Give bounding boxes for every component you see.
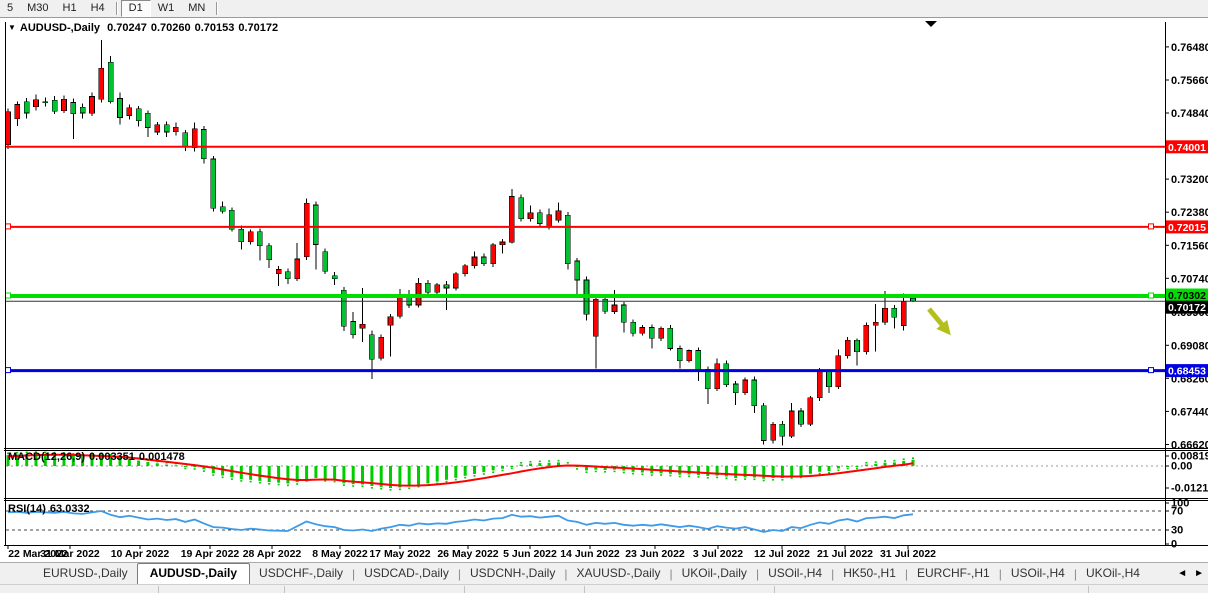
svg-text:70: 70 bbox=[1171, 506, 1183, 518]
chart-canvas[interactable]: 0.76480 0.75660 0.74840 0.73200 0.72380 0.715… bbox=[0, 18, 1208, 563]
tab-eurchf-h1[interactable]: EURCHF-,H1 bbox=[908, 564, 999, 583]
tab-usdcnh-daily[interactable]: USDCNH-,Daily bbox=[461, 564, 564, 583]
chart-symbol-label: AUDUSD-,Daily bbox=[20, 22, 100, 34]
timeframe-button-h4[interactable]: H4 bbox=[84, 1, 112, 16]
timeframe-button-h1[interactable]: H1 bbox=[56, 1, 84, 16]
status-bar bbox=[0, 584, 1208, 593]
svg-text:5 Jun 2022: 5 Jun 2022 bbox=[503, 548, 557, 560]
chart-title: ▼ AUDUSD-,Daily 0.70247 0.70260 0.701530.70… bbox=[8, 22, 282, 34]
svg-text:0.74840: 0.74840 bbox=[1171, 108, 1208, 120]
timeframe-toolbar: 5M30H1H4 D1W1MN bbox=[0, 0, 1208, 18]
svg-text:0.73200: 0.73200 bbox=[1171, 174, 1208, 186]
timeframe-button-w1[interactable]: W1 bbox=[151, 1, 182, 16]
svg-text:26 May 2022: 26 May 2022 bbox=[437, 548, 498, 560]
tab-usoil-h4[interactable]: USOil-,H4 bbox=[759, 564, 831, 583]
rsi-indicator-label: RSI(14)63.0332 bbox=[8, 503, 94, 515]
tab-scroll-left-icon[interactable]: ◄ bbox=[1177, 568, 1187, 579]
svg-text:23 Jun 2022: 23 Jun 2022 bbox=[625, 548, 685, 560]
tab-usoil-h4[interactable]: USOil-,H4 bbox=[1002, 564, 1074, 583]
svg-text:31 Mar 2022: 31 Mar 2022 bbox=[40, 548, 100, 560]
svg-text:0.70740: 0.70740 bbox=[1171, 273, 1208, 285]
mt4-window: 5M30H1H4 D1W1MN 0.76480 0.75660 0.74840 0.73… bbox=[0, 0, 1208, 593]
svg-text:17 May 2022: 17 May 2022 bbox=[369, 548, 430, 560]
tab-eurusd-daily[interactable]: EURUSD-,Daily bbox=[34, 564, 137, 583]
timeframe-button-mn[interactable]: MN bbox=[181, 1, 212, 16]
svg-text:0.74001: 0.74001 bbox=[1168, 142, 1206, 154]
svg-text:0.72380: 0.72380 bbox=[1171, 207, 1208, 219]
svg-text:0: 0 bbox=[1171, 539, 1177, 551]
tab-ukoil-h4[interactable]: UKOil-,H4 bbox=[1077, 564, 1149, 583]
svg-text:0.68453: 0.68453 bbox=[1168, 366, 1206, 378]
ohlc-low: 0.70153 bbox=[195, 22, 235, 34]
ohlc-high: 0.70260 bbox=[151, 22, 191, 34]
svg-text:12 Jul 2022: 12 Jul 2022 bbox=[754, 548, 810, 560]
svg-text:28 Apr 2022: 28 Apr 2022 bbox=[243, 548, 302, 560]
svg-text:0.71560: 0.71560 bbox=[1171, 240, 1208, 252]
svg-text:21 Jul 2022: 21 Jul 2022 bbox=[817, 548, 873, 560]
tab-hk50-h1[interactable]: HK50-,H1 bbox=[834, 564, 905, 583]
collapse-triangle-icon[interactable]: ▼ bbox=[8, 23, 16, 32]
svg-text:0.72015: 0.72015 bbox=[1168, 222, 1206, 234]
tab-scroll-controls: ◄ ► bbox=[1177, 568, 1204, 579]
svg-text:8 May 2022: 8 May 2022 bbox=[312, 548, 368, 560]
symbol-tabbar: ◄ ► EURUSD-,DailyAUDUSD-,DailyUSDCHF-,Da… bbox=[0, 562, 1208, 584]
timeframe-button-5[interactable]: 5 bbox=[0, 1, 20, 16]
tab-usdcad-daily[interactable]: USDCAD-,Daily bbox=[355, 564, 458, 583]
ohlc-close: 0.70172 bbox=[238, 22, 278, 34]
tab-audusd-daily[interactable]: AUDUSD-,Daily bbox=[137, 563, 250, 585]
timeframe-button-d1[interactable]: D1 bbox=[121, 0, 151, 17]
svg-text:0.67440: 0.67440 bbox=[1171, 406, 1208, 418]
svg-text:3 Jul 2022: 3 Jul 2022 bbox=[693, 548, 743, 560]
svg-text:0.76480: 0.76480 bbox=[1171, 42, 1208, 54]
svg-text:14 Jun 2022: 14 Jun 2022 bbox=[560, 548, 620, 560]
svg-text:31 Jul 2022: 31 Jul 2022 bbox=[880, 548, 936, 560]
svg-text:30: 30 bbox=[1171, 525, 1183, 537]
tab-usdchf-daily[interactable]: USDCHF-,Daily bbox=[250, 564, 352, 583]
svg-text:19 Apr 2022: 19 Apr 2022 bbox=[181, 548, 240, 560]
tab-xauusd-daily[interactable]: XAUUSD-,Daily bbox=[567, 564, 669, 583]
svg-text:0.70302: 0.70302 bbox=[1168, 290, 1206, 302]
toolbar-separator bbox=[216, 2, 217, 15]
svg-text:-0.012121: -0.012121 bbox=[1171, 483, 1208, 495]
svg-text:0.75660: 0.75660 bbox=[1171, 75, 1208, 87]
svg-text:0.69080: 0.69080 bbox=[1171, 340, 1208, 352]
date-axis: 22 Mar 202231 Mar 202210 Apr 202219 Apr … bbox=[8, 546, 936, 560]
ohlc-open: 0.70247 bbox=[107, 22, 147, 34]
svg-text:0.00: 0.00 bbox=[1171, 461, 1192, 473]
toolbar-separator bbox=[116, 2, 117, 15]
macd-indicator-label: MACD(12,26,9)0.0033510.001478 bbox=[8, 451, 189, 463]
svg-text:10 Apr 2022: 10 Apr 2022 bbox=[111, 548, 170, 560]
svg-text:0.70172: 0.70172 bbox=[1168, 302, 1206, 314]
tab-scroll-right-icon[interactable]: ► bbox=[1194, 568, 1204, 579]
tab-ukoil-daily[interactable]: UKOil-,Daily bbox=[673, 564, 756, 583]
timeframe-button-m30[interactable]: M30 bbox=[20, 1, 55, 16]
